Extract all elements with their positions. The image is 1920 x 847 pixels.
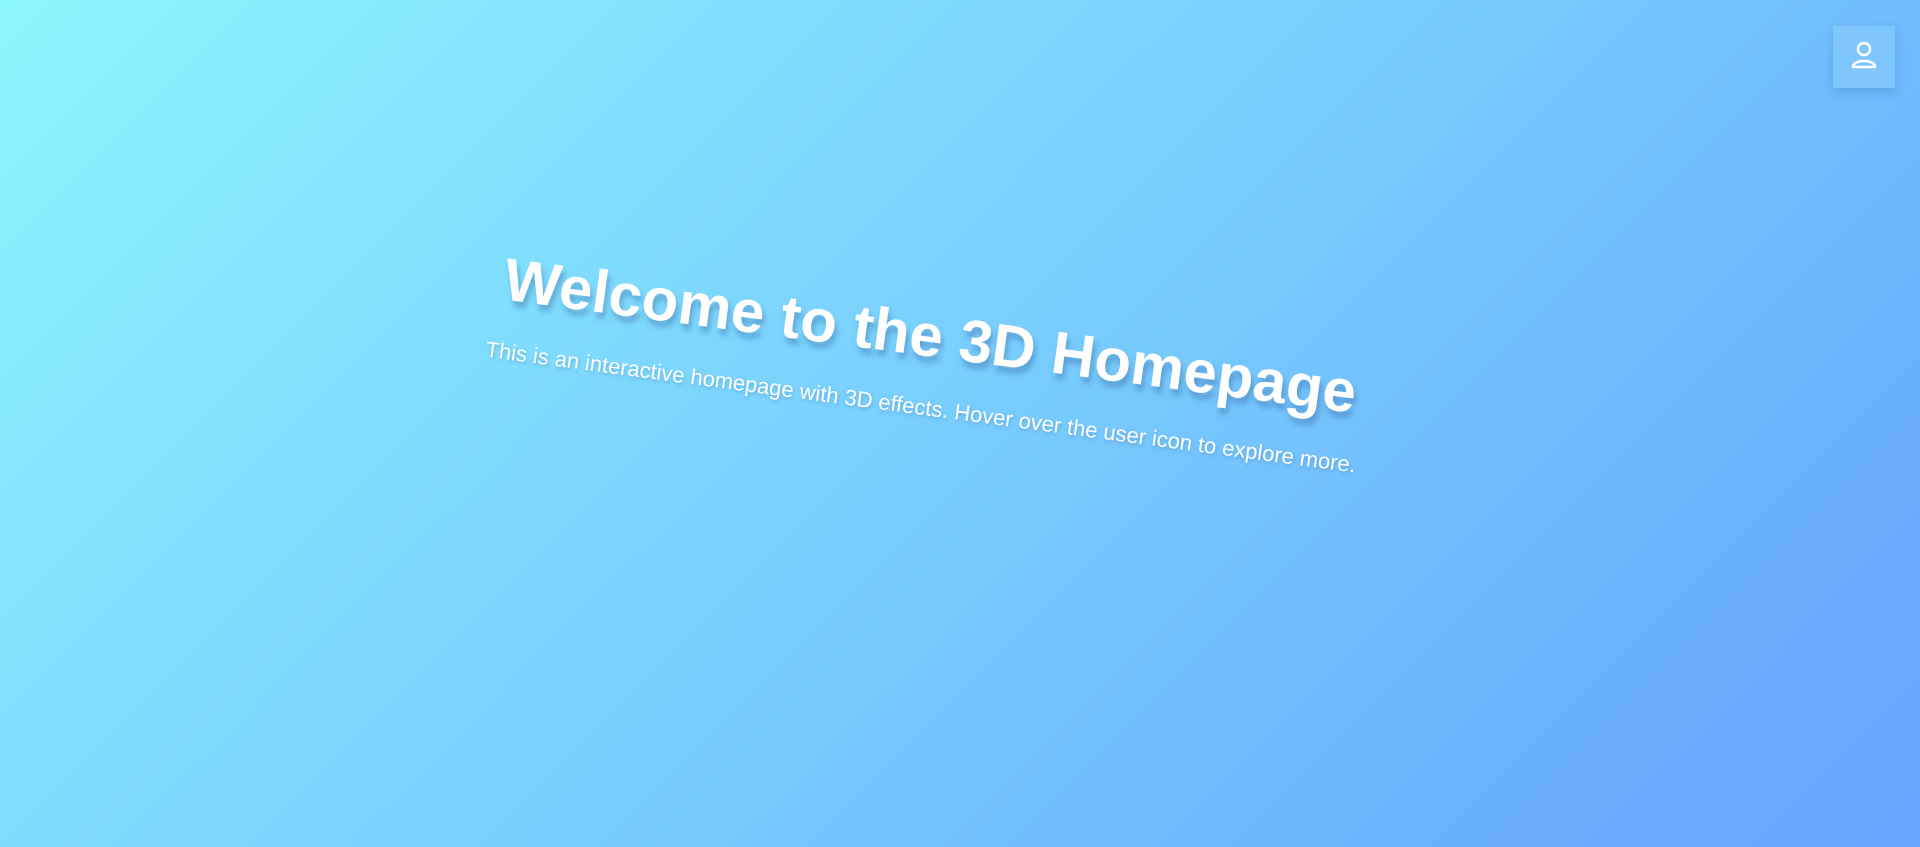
page-title: Welcome to the 3D Homepage — [500, 245, 1361, 426]
user-menu-button[interactable] — [1833, 26, 1895, 88]
user-icon — [1848, 39, 1880, 76]
hero-content: Welcome to the 3D Homepage This is an in… — [468, 240, 1386, 481]
page-subtitle: This is an interactive homepage with 3D … — [484, 336, 1358, 478]
hero-section: Welcome to the 3D Homepage This is an in… — [0, 0, 1920, 847]
